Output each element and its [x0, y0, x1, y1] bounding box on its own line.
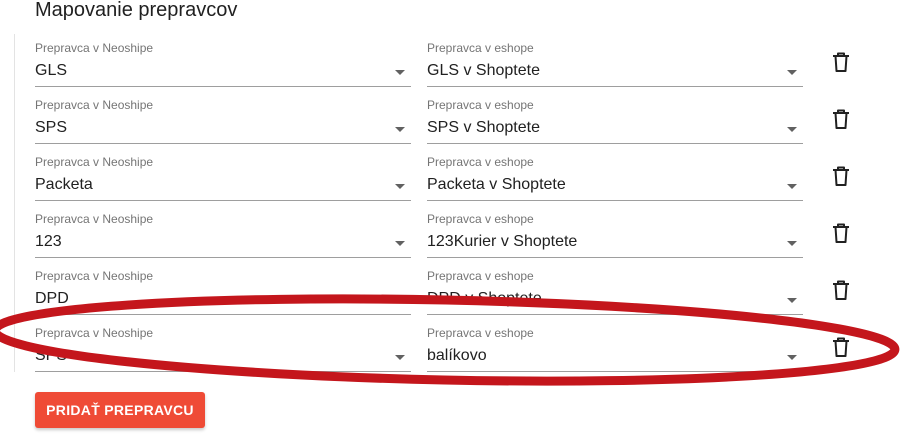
mapping-row: Prepravca v Neoshipe SPS Prepravca v esh… — [0, 326, 908, 383]
chevron-down-icon[interactable] — [787, 127, 797, 132]
field-underline — [427, 86, 803, 87]
eshop-carrier-select-label: Prepravca v eshope — [427, 212, 534, 226]
carrier-select-label: Prepravca v Neoshipe — [35, 41, 154, 55]
carrier-select[interactable]: Prepravca v Neoshipe 123 — [35, 212, 411, 260]
field-underline — [427, 200, 803, 201]
chevron-down-icon[interactable] — [395, 184, 405, 189]
chevron-down-icon[interactable] — [395, 298, 405, 303]
trash-icon[interactable] — [829, 50, 853, 74]
trash-icon[interactable] — [829, 221, 853, 245]
carrier-select-value: DPD — [35, 290, 69, 307]
carrier-select-value: 123 — [35, 233, 62, 250]
chevron-down-icon[interactable] — [787, 298, 797, 303]
chevron-down-icon[interactable] — [395, 70, 405, 75]
carrier-select-value: SPS — [35, 119, 68, 136]
mapping-row: Prepravca v Neoshipe Packeta Prepravca v… — [0, 155, 908, 212]
field-underline — [35, 371, 411, 372]
trash-icon[interactable] — [829, 278, 853, 302]
field-underline — [427, 143, 803, 144]
mapping-row: Prepravca v Neoshipe SPS Prepravca v esh… — [0, 98, 908, 155]
trash-icon[interactable] — [829, 335, 853, 359]
carrier-select-value: SPS — [35, 347, 68, 364]
carrier-select[interactable]: Prepravca v Neoshipe SPS — [35, 326, 411, 374]
section-title: Mapovanie prepravcov — [35, 0, 238, 21]
chevron-down-icon[interactable] — [787, 70, 797, 75]
chevron-down-icon[interactable] — [787, 184, 797, 189]
field-underline — [35, 200, 411, 201]
field-underline — [35, 143, 411, 144]
carrier-select-value: GLS — [35, 62, 68, 79]
field-underline — [35, 314, 411, 315]
carrier-select-label: Prepravca v Neoshipe — [35, 212, 154, 226]
mapping-row: Prepravca v Neoshipe GLS Prepravca v esh… — [0, 41, 908, 98]
chevron-down-icon[interactable] — [395, 355, 405, 360]
eshop-carrier-select[interactable]: Prepravca v eshope GLS v Shoptete — [427, 41, 803, 89]
mapping-row: Prepravca v Neoshipe 123 Prepravca v esh… — [0, 212, 908, 269]
carrier-select-label: Prepravca v Neoshipe — [35, 155, 154, 169]
carrier-select[interactable]: Prepravca v Neoshipe DPD — [35, 269, 411, 317]
field-underline — [427, 371, 803, 372]
eshop-carrier-select[interactable]: Prepravca v eshope Packeta v Shoptete — [427, 155, 803, 203]
field-underline — [427, 314, 803, 315]
field-underline — [427, 257, 803, 258]
chevron-down-icon[interactable] — [787, 355, 797, 360]
eshop-carrier-select-label: Prepravca v eshope — [427, 98, 534, 112]
eshop-carrier-select[interactable]: Prepravca v eshope DPD v Shoptete — [427, 269, 803, 317]
chevron-down-icon[interactable] — [395, 127, 405, 132]
carrier-select[interactable]: Prepravca v Neoshipe SPS — [35, 98, 411, 146]
chevron-down-icon[interactable] — [395, 241, 405, 246]
field-underline — [35, 257, 411, 258]
carrier-select-label: Prepravca v Neoshipe — [35, 269, 154, 283]
eshop-carrier-select-value: balíkovo — [427, 347, 487, 364]
eshop-carrier-select-value: SPS v Shoptete — [427, 119, 540, 136]
field-underline — [35, 86, 411, 87]
eshop-carrier-select-label: Prepravca v eshope — [427, 326, 534, 340]
eshop-carrier-select-label: Prepravca v eshope — [427, 41, 534, 55]
eshop-carrier-select[interactable]: Prepravca v eshope SPS v Shoptete — [427, 98, 803, 146]
eshop-carrier-select-value: 123Kurier v Shoptete — [427, 233, 578, 250]
eshop-carrier-select-value: GLS v Shoptete — [427, 62, 540, 79]
carrier-select[interactable]: Prepravca v Neoshipe GLS — [35, 41, 411, 89]
trash-icon[interactable] — [829, 164, 853, 188]
eshop-carrier-select-label: Prepravca v eshope — [427, 155, 534, 169]
chevron-down-icon[interactable] — [787, 241, 797, 246]
eshop-carrier-select-value: Packeta v Shoptete — [427, 176, 566, 193]
add-carrier-button[interactable]: PRIDAŤ PREPRAVCU — [35, 392, 205, 428]
carrier-select-label: Prepravca v Neoshipe — [35, 326, 154, 340]
carrier-select-label: Prepravca v Neoshipe — [35, 98, 154, 112]
mapping-row: Prepravca v Neoshipe DPD Prepravca v esh… — [0, 269, 908, 326]
eshop-carrier-select-value: DPD v Shoptete — [427, 290, 542, 307]
eshop-carrier-select[interactable]: Prepravca v eshope 123Kurier v Shoptete — [427, 212, 803, 260]
carrier-select-value: Packeta — [35, 176, 93, 193]
eshop-carrier-select-label: Prepravca v eshope — [427, 269, 534, 283]
eshop-carrier-select[interactable]: Prepravca v eshope balíkovo — [427, 326, 803, 374]
trash-icon[interactable] — [829, 107, 853, 131]
carrier-select[interactable]: Prepravca v Neoshipe Packeta — [35, 155, 411, 203]
